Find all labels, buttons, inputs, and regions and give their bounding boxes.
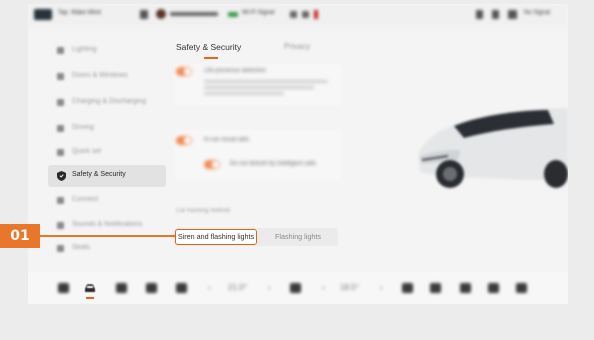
bluetooth-icon	[290, 11, 297, 18]
connect-icon	[57, 197, 64, 204]
sound-icon	[57, 222, 64, 229]
alert-icon	[314, 10, 318, 19]
life-presence-card: Life presence detection	[174, 64, 342, 106]
option-flashing-lights[interactable]: Flashing lights	[258, 229, 338, 245]
temp-right-decrease[interactable]: ‹	[322, 283, 325, 292]
temp-right-value: 18.5°	[340, 283, 359, 292]
temp-left-value: 21.0°	[228, 283, 247, 292]
media-icon[interactable]	[430, 283, 441, 293]
music-icon[interactable]	[460, 283, 471, 293]
do-not-disturb-label: Do not disturb by intelligent calls	[230, 161, 317, 167]
sidebar-item-label: Driving	[72, 124, 94, 131]
temp-left-decrease[interactable]: ‹	[208, 283, 211, 292]
tab-privacy[interactable]: Privacy	[284, 42, 310, 51]
life-presence-label: Life presence detection	[204, 68, 267, 74]
sidebar-item-connect[interactable]: Connect	[48, 190, 166, 212]
fan-icon[interactable]	[290, 283, 301, 293]
app-logo	[34, 9, 52, 20]
sidebar-item-quick-set[interactable]: Quick set	[48, 142, 166, 164]
sidebar-item-doors[interactable]: Doors & Windows	[48, 66, 166, 88]
shield-icon	[57, 171, 66, 181]
seat-icon	[57, 245, 64, 252]
sidebar-item-label: Charging & Discharging	[72, 98, 146, 105]
visual-aids-toggle[interactable]	[176, 136, 192, 145]
charging-icon	[57, 99, 64, 106]
sidebar-item-label: Safety & Security	[72, 171, 126, 178]
app-icon[interactable]	[116, 283, 127, 293]
callout-line	[40, 235, 175, 237]
temp-right-increase[interactable]: ›	[380, 283, 383, 292]
status-bar: Tap. Wake Mind Wi-Fi Signal No Signal	[28, 4, 568, 26]
sidebar-item-driving[interactable]: Driving	[48, 118, 166, 140]
active-tab-indicator	[204, 57, 218, 59]
settings-icon[interactable]	[516, 283, 527, 293]
do-not-disturb-toggle[interactable]	[204, 160, 220, 169]
sidebar-item-sounds[interactable]: Sounds & Notifications	[48, 215, 166, 237]
temp-left-increase[interactable]: ›	[268, 283, 271, 292]
sidebar-item-label: Quick set	[72, 148, 102, 155]
vehicle-image	[418, 108, 568, 188]
light-icon	[57, 47, 64, 54]
visual-aids-card: In-car visual aids Do not disturb by int…	[174, 130, 342, 180]
car-status-icon[interactable]	[508, 10, 517, 19]
door-icon	[57, 73, 64, 80]
car-tracking-selector: Siren and flashing lights Flashing light…	[174, 228, 338, 246]
avatar[interactable]	[156, 9, 166, 19]
car-tracking-label: Car tracking method	[176, 208, 231, 214]
phone-icon[interactable]	[176, 283, 187, 293]
status-title: Tap. Wake Mind	[58, 10, 101, 16]
sidebar-item-label: Seats	[72, 244, 90, 251]
apps-icon[interactable]	[488, 283, 499, 293]
signal-icon	[302, 11, 309, 18]
sidebar-item-seats[interactable]: Seats	[48, 238, 166, 260]
mic-icon[interactable]	[492, 10, 499, 19]
life-presence-toggle[interactable]	[176, 67, 192, 76]
right-status-text: No Signal	[524, 10, 551, 16]
settings-sidebar: Lighting Doors & Windows Charging & Disc…	[48, 38, 166, 268]
bottom-dock: ‹ 21.0° › ‹ 18.5° ›	[28, 272, 568, 304]
sidebar-item-label: Connect	[72, 196, 99, 203]
visual-aids-label: In-car visual aids	[204, 137, 250, 143]
car-icon[interactable]	[84, 282, 96, 294]
option-siren-and-flashing-lights[interactable]: Siren and flashing lights	[175, 229, 257, 245]
tab-safety-security[interactable]: Safety & Security	[176, 42, 241, 52]
sidebar-item-charging[interactable]: Charging & Discharging	[48, 92, 166, 114]
person-icon[interactable]	[476, 10, 483, 19]
sidebar-item-safety-security[interactable]: Safety & Security	[48, 165, 166, 187]
description-line	[204, 86, 314, 89]
quick-icon	[57, 149, 64, 156]
sidebar-item-lighting[interactable]: Lighting	[48, 40, 166, 62]
vehicle-screen: Tap. Wake Mind Wi-Fi Signal No Signal Li…	[28, 4, 568, 304]
description-line	[204, 92, 284, 95]
profile-name	[170, 12, 218, 16]
description-line	[204, 80, 328, 83]
sidebar-item-label: Sounds & Notifications	[72, 221, 143, 228]
wifi-icon	[228, 12, 238, 17]
seat-heat-icon[interactable]	[146, 283, 157, 293]
active-dock-indicator	[86, 297, 94, 299]
home-icon[interactable]	[58, 283, 69, 293]
callout-number: 01	[0, 224, 40, 248]
wifi-text: Wi-Fi Signal	[242, 10, 275, 16]
sidebar-item-label: Lighting	[72, 46, 97, 53]
call-icon[interactable]	[402, 283, 413, 293]
lock-icon[interactable]	[140, 10, 148, 19]
sidebar-item-label: Doors & Windows	[72, 72, 128, 79]
steering-icon	[57, 125, 64, 132]
